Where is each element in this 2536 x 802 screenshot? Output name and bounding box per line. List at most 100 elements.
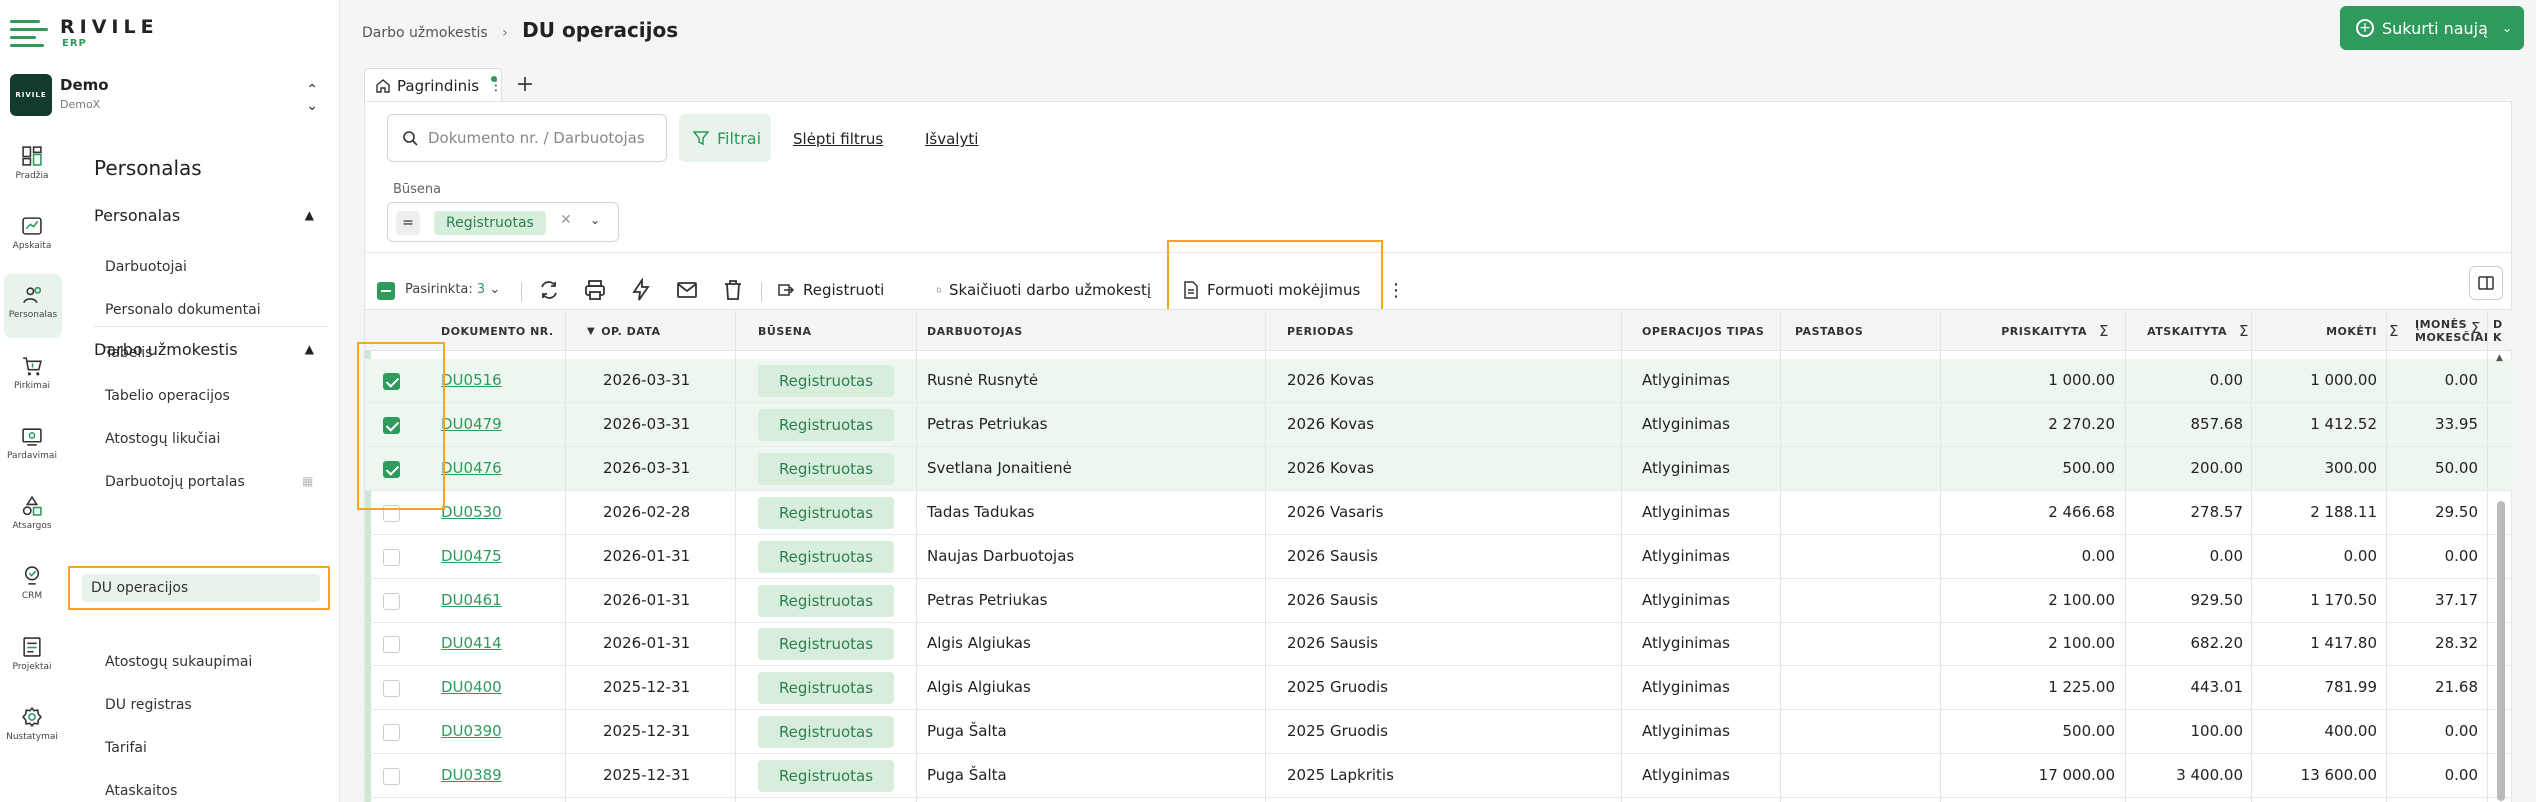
doc-number-link[interactable]: DU0400 (441, 666, 561, 709)
register-button[interactable]: Registruoti (777, 272, 884, 308)
table-row[interactable]: DU0389 2025-12-31 Registruotas Puga Šalt… (365, 754, 2513, 799)
company-switcher[interactable]: RIVILE Demo DemoX ⌃ ⌄ (10, 72, 330, 118)
add-tab-button[interactable]: + (510, 70, 540, 100)
column-layout-button[interactable] (2469, 266, 2503, 300)
search-input[interactable] (428, 129, 648, 147)
row-checkbox[interactable] (383, 680, 400, 698)
selection-count[interactable]: Pasirinkta: 3 ⌄ (405, 282, 500, 297)
column-header-company-taxes[interactable]: ĮMONĖS MOKESČIAI Σ (2415, 310, 2488, 352)
table-row[interactable]: DU0414 2026-01-31 Registruotas Algis Alg… (365, 622, 2513, 667)
rail-item-projektai[interactable]: Projektai (0, 626, 64, 690)
subnav-item[interactable]: Darbuotojai (105, 259, 187, 275)
doc-number-link[interactable]: DU0476 (441, 447, 561, 490)
accrued-amount: 2 466.68 (2048, 502, 2115, 521)
sum-icon[interactable]: Σ (2239, 322, 2249, 340)
deducted-amount: 857.68 (2190, 414, 2244, 433)
subnav-item[interactable]: DU registras (105, 697, 192, 713)
column-header-period[interactable]: PERIODAS (1287, 310, 1467, 352)
section-darbo-uzmokestis[interactable]: Darbo užmokestis ▲ (94, 340, 328, 359)
column-header-accrued[interactable]: PRISKAITYTA Σ (1951, 310, 2115, 352)
sum-icon[interactable]: Σ (2389, 322, 2399, 340)
equals-operator[interactable]: = (396, 211, 420, 235)
rail-item-personalas[interactable]: Personalas (4, 274, 62, 338)
table-row[interactable]: DU0479 2026-03-31 Registruotas Petras Pe… (365, 402, 2513, 447)
subnav-item[interactable]: Tabelio operacijos (105, 388, 230, 404)
clear-filters-link[interactable]: Išvalyti (925, 130, 978, 148)
subnav-item[interactable]: Atostogų likučiai (105, 431, 220, 447)
doc-number-link[interactable]: DU0414 (441, 622, 561, 665)
table-row[interactable]: DU0461 2026-01-31 Registruotas Petras Pe… (365, 579, 2513, 623)
scroll-up-icon[interactable]: ▲ (2496, 353, 2503, 363)
sum-icon[interactable]: Σ (2099, 322, 2109, 340)
row-checkbox[interactable] (383, 592, 400, 610)
column-header-optype[interactable]: OPERACIJOS TIPAS (1642, 310, 1782, 352)
subnav-item[interactable]: Atostogų sukaupimai (105, 654, 252, 670)
rail-item-apskaita[interactable]: Apskaita (0, 205, 64, 269)
more-actions-kebab-icon[interactable]: ⋮ (1387, 272, 1405, 308)
period: 2026 Kovas (1287, 458, 1375, 477)
column-header-next[interactable]: DK (2493, 310, 2513, 352)
subnav-item[interactable]: Ataskaitos (105, 783, 177, 799)
subnav-item[interactable]: Personalo dokumentai (105, 302, 261, 318)
column-header-status[interactable]: BŪSENA (758, 310, 858, 352)
scrollbar-thumb[interactable] (2497, 501, 2505, 801)
logo[interactable]: RIVILE ERP (8, 14, 154, 54)
column-header-doc[interactable]: DOKUMENTO NR. (441, 310, 561, 352)
filters-button[interactable]: Filtrai (679, 114, 771, 162)
vertical-scrollbar[interactable]: ▲ (2495, 351, 2507, 802)
doc-number-link[interactable]: DU0530 (441, 491, 561, 534)
row-checkbox[interactable] (383, 548, 400, 566)
row-checkbox[interactable] (383, 724, 400, 742)
rail-item-pradžia[interactable]: Pradžia (0, 135, 64, 199)
row-checkbox[interactable] (383, 768, 400, 786)
company-taxes-amount: 37.17 (2435, 590, 2478, 609)
status-filter[interactable]: = Registruotas ✕ ⌄ (387, 202, 619, 242)
lightning-icon[interactable] (629, 278, 653, 302)
doc-number-link[interactable]: DU0390 (441, 710, 561, 753)
subnav-item[interactable]: Darbuotojų portalas (105, 474, 245, 490)
refresh-icon[interactable] (537, 278, 561, 302)
mail-icon[interactable] (675, 278, 699, 302)
subnav-item[interactable]: Tarifai (105, 740, 147, 756)
column-header-date[interactable]: ▼ OP. DATA (587, 310, 677, 352)
select-all-checkbox[interactable] (377, 282, 395, 300)
deducted-amount: 443.01 (2190, 678, 2244, 697)
column-header-notes[interactable]: PASTABOS (1795, 310, 1915, 352)
row-checkbox[interactable] (383, 636, 400, 654)
employee-name: Tadas Tadukas (927, 502, 1035, 521)
rail-item-nustatymai[interactable]: Nustatymai (0, 696, 64, 760)
table-row[interactable]: DU0390 2025-12-31 Registruotas Puga Šalt… (365, 710, 2513, 755)
create-new-button[interactable]: + Sukurti naują ⌄ (2340, 6, 2524, 50)
print-icon[interactable] (583, 278, 607, 302)
sort-desc-icon[interactable]: ▼ (587, 326, 595, 337)
section-personalas[interactable]: Personalas ▲ (94, 206, 328, 225)
close-icon[interactable]: ✕ (560, 212, 572, 228)
table-row[interactable]: DU0400 2025-12-31 Registruotas Algis Alg… (365, 666, 2513, 711)
doc-number-link[interactable]: DU0479 (441, 403, 561, 446)
column-header-deducted[interactable]: ATSKAITYTA Σ (2125, 310, 2255, 352)
table-row[interactable]: DU0516 2026-03-31 Registruotas Rusnė Rus… (365, 359, 2513, 403)
hide-filters-link[interactable]: Slėpti filtrus (793, 130, 883, 148)
subnav-item-active[interactable]: DU operacijos (68, 566, 330, 610)
chevron-down-icon[interactable]: ⌄ (590, 213, 600, 227)
column-header-payable[interactable]: MOKĖTI Σ (2265, 310, 2405, 352)
table-row[interactable]: DU0476 2026-03-31 Registruotas Svetlana … (365, 446, 2513, 491)
sum-icon[interactable]: Σ (2471, 321, 2481, 336)
column-header-employee[interactable]: DARBUOTOJAS (927, 310, 1107, 352)
breadcrumb-parent[interactable]: Darbo užmokestis (362, 25, 488, 41)
rail-item-atsargos[interactable]: Atsargos (0, 485, 64, 549)
tab-pagrindinis[interactable]: Pagrindinis ⋮ (364, 68, 503, 102)
table-row[interactable]: DU0530 2026-02-28 Registruotas Tadas Tad… (365, 491, 2513, 535)
calculate-salary-button[interactable]: Skaičiuoti darbo užmokestį (937, 272, 1151, 308)
doc-number-link[interactable]: DU0461 (441, 579, 561, 622)
table-row[interactable]: DU0475 2026-01-31 Registruotas Naujas Da… (365, 535, 2513, 579)
doc-number-link[interactable]: DU0389 (441, 754, 561, 797)
chevron-down-icon[interactable]: ⌄ (2502, 21, 2512, 35)
rail-item-pardavimai[interactable]: Pardavimai (0, 415, 64, 479)
trash-icon[interactable] (721, 278, 745, 302)
search-box[interactable] (387, 114, 667, 162)
rail-item-pirkimai[interactable]: Pirkimai (0, 345, 64, 409)
rail-item-crm[interactable]: CRM (0, 555, 64, 619)
doc-number-link[interactable]: DU0475 (441, 535, 561, 578)
doc-number-link[interactable]: DU0516 (441, 359, 561, 402)
